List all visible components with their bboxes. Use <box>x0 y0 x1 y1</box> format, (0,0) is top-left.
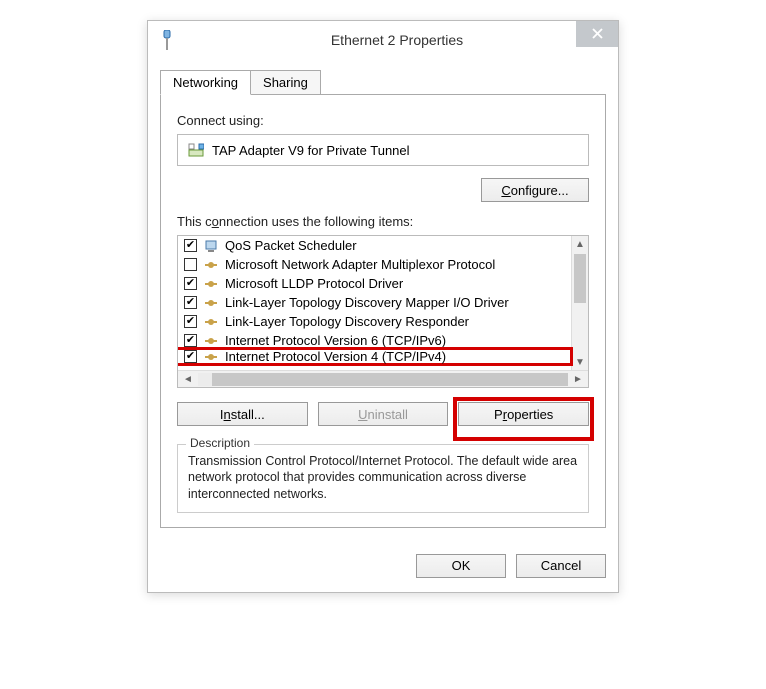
items-label: This connection uses the following items… <box>177 214 589 229</box>
list-item[interactable]: ✔ Link-Layer Topology Discovery Responder <box>178 312 570 331</box>
scroll-thumb-h[interactable] <box>212 373 568 386</box>
description-groupbox: Description Transmission Control Protoco… <box>177 444 589 513</box>
checkbox[interactable]: ✔ <box>184 334 197 347</box>
tab-sharing[interactable]: Sharing <box>250 70 321 95</box>
checkbox[interactable]: ✔ <box>184 239 197 252</box>
list-item-label: Microsoft Network Adapter Multiplexor Pr… <box>225 257 495 272</box>
scroll-down-icon[interactable]: ▼ <box>572 354 588 370</box>
protocol-icon <box>203 276 219 292</box>
list-item[interactable]: ✔ Microsoft LLDP Protocol Driver <box>178 274 570 293</box>
checkbox[interactable]: ✔ <box>184 350 197 363</box>
scroll-up-icon[interactable]: ▲ <box>572 236 588 252</box>
adapter-icon <box>188 142 204 158</box>
close-button[interactable] <box>576 21 618 47</box>
list-item[interactable]: ✔ QoS Packet Scheduler <box>178 236 570 255</box>
description-text: Transmission Control Protocol/Internet P… <box>188 453 578 502</box>
properties-button[interactable]: Properties <box>458 402 589 426</box>
dialog-button-row: OK Cancel <box>148 540 618 592</box>
configure-button[interactable]: Configure... <box>481 178 589 202</box>
list-item-label: Microsoft LLDP Protocol Driver <box>225 276 403 291</box>
tab-panel: Connect using: TAP Adapter V9 for Privat… <box>160 94 606 528</box>
install-button[interactable]: Install... <box>177 402 308 426</box>
list-item-label: Link-Layer Topology Discovery Mapper I/O… <box>225 295 509 310</box>
scroll-thumb[interactable] <box>574 254 586 303</box>
ok-button[interactable]: OK <box>416 554 506 578</box>
ethernet-icon <box>158 29 176 51</box>
scroll-left-icon[interactable]: ◄ <box>180 374 196 385</box>
checkbox[interactable]: ✔ <box>184 315 197 328</box>
connect-using-label: Connect using: <box>177 113 589 128</box>
tab-strip: Networking Sharing <box>160 69 606 94</box>
checkbox[interactable]: ✔ <box>184 296 197 309</box>
net-icon <box>203 238 219 254</box>
horizontal-scrollbar[interactable]: ◄ ► <box>178 370 588 387</box>
scroll-right-icon[interactable]: ► <box>570 374 586 385</box>
protocol-list: ✔ QoS Packet Scheduler Microsoft Network A… <box>177 235 589 388</box>
list-item-label: Internet Protocol Version 4 (TCP/IPv4) <box>225 349 446 364</box>
protocol-icon <box>203 349 219 365</box>
list-item[interactable]: ✔ Link-Layer Topology Discovery Mapper I/… <box>178 293 570 312</box>
list-item[interactable]: Microsoft Network Adapter Multiplexor Pr… <box>178 255 570 274</box>
list-item[interactable]: ✔ Internet Protocol Version 4 (TCP/IPv4) <box>178 347 573 366</box>
adapter-name: TAP Adapter V9 for Private Tunnel <box>212 143 410 158</box>
checkbox[interactable]: ✔ <box>184 277 197 290</box>
close-icon <box>592 27 603 42</box>
uninstall-button: Uninstall <box>318 402 449 426</box>
protocol-icon <box>203 257 219 273</box>
description-legend: Description <box>186 436 254 450</box>
adapter-box[interactable]: TAP Adapter V9 for Private Tunnel <box>177 134 589 166</box>
protocol-list-viewport[interactable]: ✔ QoS Packet Scheduler Microsoft Network A… <box>178 236 588 370</box>
list-item-label: Internet Protocol Version 6 (TCP/IPv6) <box>225 333 446 348</box>
tab-networking[interactable]: Networking <box>160 70 251 95</box>
protocol-icon <box>203 314 219 330</box>
protocol-icon <box>203 295 219 311</box>
window-title: Ethernet 2 Properties <box>176 32 618 48</box>
cancel-button[interactable]: Cancel <box>516 554 606 578</box>
list-item-label: Link-Layer Topology Discovery Responder <box>225 314 469 329</box>
list-item-label: QoS Packet Scheduler <box>225 238 357 253</box>
window-body: Networking Sharing Connect using: TAP Ad… <box>148 59 618 540</box>
checkbox[interactable] <box>184 258 197 271</box>
properties-window: Ethernet 2 Properties Networking Sharing… <box>147 20 619 593</box>
vertical-scrollbar[interactable]: ▲ ▼ <box>571 236 588 370</box>
titlebar: Ethernet 2 Properties <box>148 21 618 59</box>
